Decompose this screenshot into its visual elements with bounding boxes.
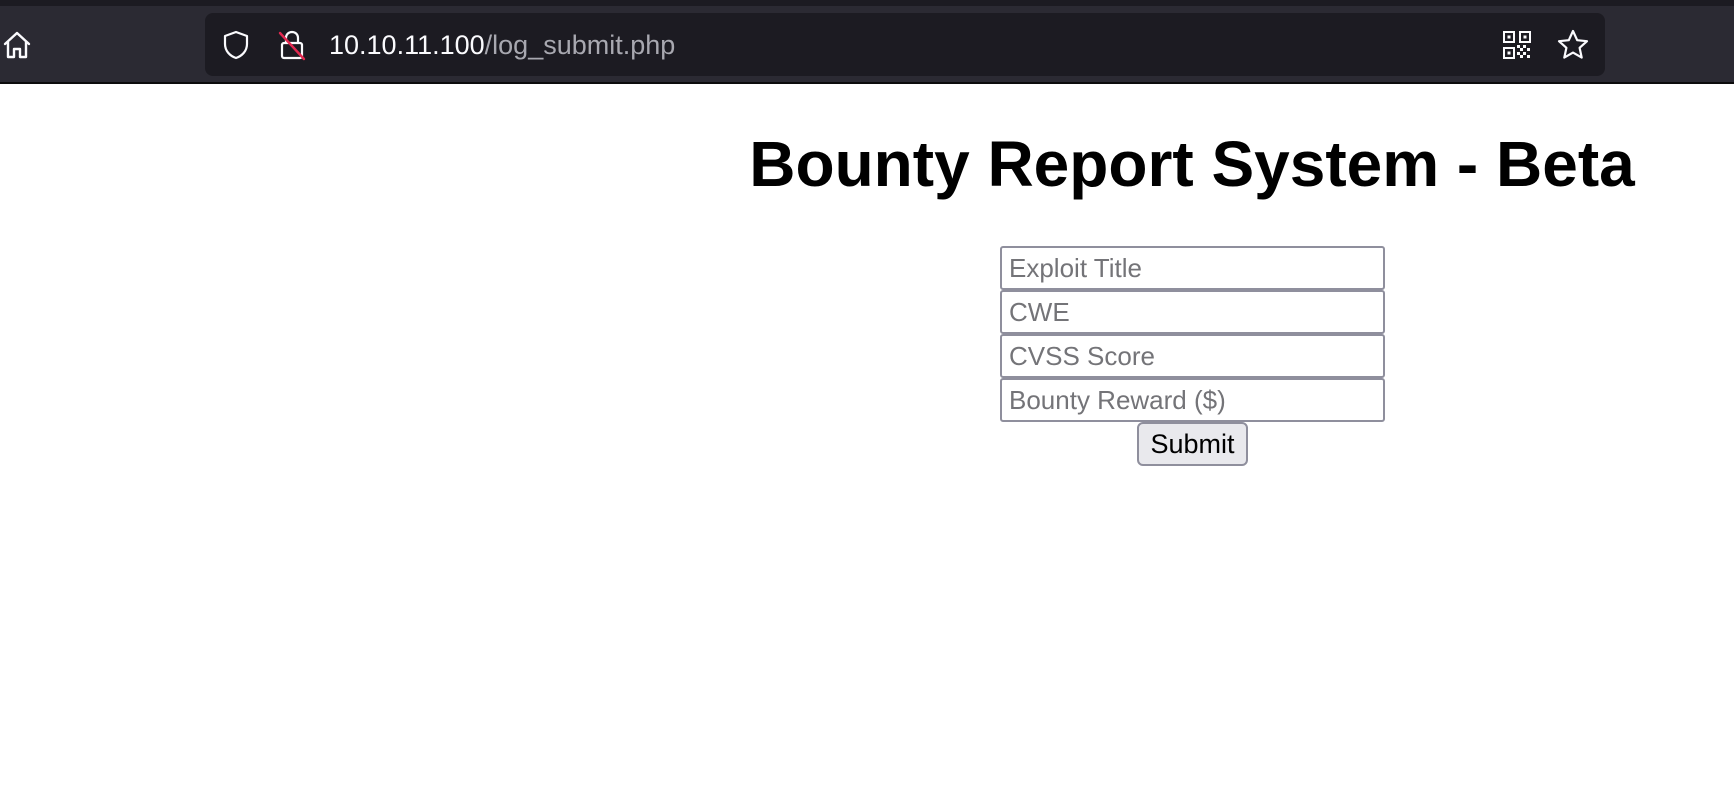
cvss-score-input[interactable] (1000, 334, 1385, 378)
page-content: Bounty Report System - Beta Submit (0, 86, 1734, 806)
url-text[interactable]: 10.10.11.100/log_submit.php (329, 29, 675, 61)
home-button[interactable] (0, 28, 34, 62)
tab-strip-edge (0, 0, 1734, 6)
url-bar[interactable]: 10.10.11.100/log_submit.php (205, 13, 1605, 76)
cwe-input[interactable] (1000, 290, 1385, 334)
qr-code-icon[interactable] (1502, 30, 1532, 60)
exploit-title-input[interactable] (1000, 246, 1385, 290)
submit-button[interactable]: Submit (1137, 422, 1248, 466)
bounty-report-form: Submit (1000, 246, 1385, 466)
insecure-lock-icon[interactable] (277, 29, 307, 61)
browser-toolbar: 10.10.11.100/log_submit.php (0, 0, 1734, 84)
url-host: 10.10.11.100 (329, 30, 485, 60)
home-icon (3, 31, 31, 59)
page-title: Bounty Report System - Beta (749, 128, 1635, 200)
url-path: /log_submit.php (484, 30, 676, 60)
star-icon[interactable] (1556, 28, 1590, 62)
shield-icon[interactable] (221, 30, 251, 60)
bounty-reward-input[interactable] (1000, 378, 1385, 422)
